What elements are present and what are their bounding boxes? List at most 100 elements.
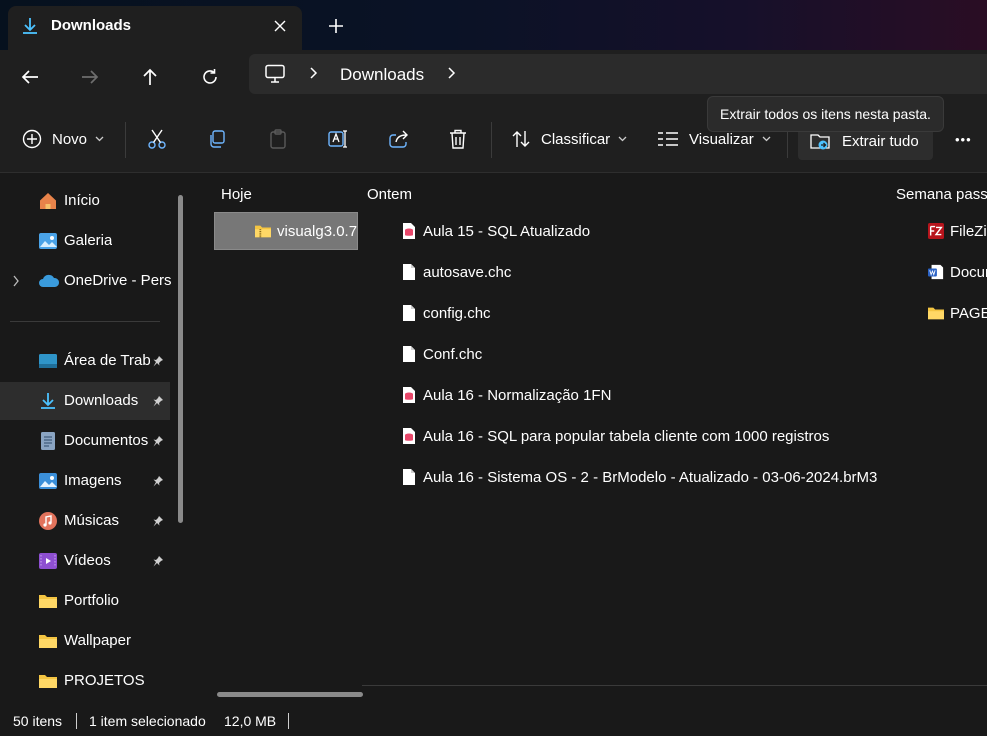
file-item[interactable]: Conf.chc xyxy=(401,339,482,369)
clipboard-icon xyxy=(270,129,286,149)
sidebar-item-projetos[interactable]: PROJETOS xyxy=(0,662,170,700)
sort-label: Classificar xyxy=(541,130,611,148)
group-header-last-week[interactable]: Semana passada xyxy=(896,186,987,203)
pin-icon[interactable] xyxy=(152,514,164,531)
sidebar-item-portfolio[interactable]: Portfolio xyxy=(0,582,170,620)
cut-button[interactable] xyxy=(146,123,168,155)
file-list-view: Hoje Ontem Semana passada visualg3.0.7 A… xyxy=(190,173,987,706)
sidebar-item-videos[interactable]: Vídeos xyxy=(0,542,170,580)
folder-icon xyxy=(38,671,58,691)
delete-button[interactable] xyxy=(448,123,468,155)
status-bar: 50 itens 1 item selecionado 12,0 MB xyxy=(0,706,987,736)
file-name: Aula 15 - SQL Atualizado xyxy=(423,222,591,240)
share-button[interactable] xyxy=(388,123,410,155)
pin-icon[interactable] xyxy=(152,394,164,411)
file-item[interactable]: Aula 16 - Sistema OS - 2 - BrModelo - At… xyxy=(401,462,877,492)
scissors-icon xyxy=(148,129,166,149)
gallery-icon xyxy=(38,231,58,251)
group-header-yesterday[interactable]: Ontem xyxy=(367,186,412,203)
computer-icon[interactable] xyxy=(264,64,286,88)
forward-button[interactable] xyxy=(74,62,106,92)
sql-file-icon xyxy=(401,221,417,241)
sidebar-item-onedrive[interactable]: OneDrive - Personal xyxy=(0,262,171,300)
tab-title: Downloads xyxy=(51,17,132,34)
file-name: Conf.chc xyxy=(423,345,483,363)
sidebar-item-documents[interactable]: Documentos xyxy=(0,422,170,460)
sidebar-item-downloads[interactable]: Downloads xyxy=(0,382,170,420)
arrow-left-icon xyxy=(21,70,38,84)
rename-button[interactable] xyxy=(327,123,349,155)
file-item[interactable]: visualg3.0.7 xyxy=(214,212,358,250)
horizontal-scrollbar-thumb[interactable] xyxy=(217,692,363,697)
address-bar[interactable]: Downloads xyxy=(249,54,987,94)
sort-button[interactable]: Classificar xyxy=(511,123,627,155)
trash-icon xyxy=(450,129,466,149)
chevron-down-icon xyxy=(762,136,771,142)
blank-file-icon xyxy=(401,344,417,364)
file-name: config.chc xyxy=(423,304,491,322)
breadcrumb-downloads[interactable]: Downloads xyxy=(340,65,424,85)
copy-button[interactable] xyxy=(207,123,227,155)
group-header-today[interactable]: Hoje xyxy=(221,186,252,203)
up-button[interactable] xyxy=(134,62,166,92)
file-item[interactable]: Documento xyxy=(928,257,987,287)
music-icon xyxy=(38,511,58,531)
blank-file-icon xyxy=(401,303,417,323)
file-name: PAGES xyxy=(950,304,987,322)
divider xyxy=(288,713,289,729)
sidebar-scrollbar[interactable] xyxy=(178,195,183,523)
file-name: Aula 16 - Sistema OS - 2 - BrModelo - At… xyxy=(423,468,878,486)
horizontal-scrollbar-track xyxy=(362,685,987,686)
file-name: FileZilla xyxy=(950,222,987,240)
chevron-right-icon[interactable] xyxy=(309,66,319,84)
refresh-button[interactable] xyxy=(194,62,226,92)
sidebar-item-label: Galeria xyxy=(64,232,113,249)
chevron-right-icon[interactable] xyxy=(447,66,457,84)
new-tab-button[interactable] xyxy=(324,14,348,38)
download-icon xyxy=(38,391,58,411)
sidebar-item-gallery[interactable]: Galeria xyxy=(0,222,170,260)
file-item[interactable]: config.chc xyxy=(401,298,491,328)
chevron-right-icon[interactable] xyxy=(12,274,20,291)
sidebar-item-label: Músicas xyxy=(64,512,120,529)
onedrive-icon xyxy=(38,271,60,291)
divider xyxy=(491,122,492,158)
home-icon xyxy=(38,191,58,211)
file-item[interactable]: FileZilla xyxy=(928,216,987,246)
sidebar-item-desktop[interactable]: Área de Trabalho xyxy=(0,342,170,380)
pin-icon[interactable] xyxy=(152,474,164,491)
close-icon[interactable] xyxy=(268,14,292,38)
extract-all-label: Extrair tudo xyxy=(842,132,919,150)
pin-icon[interactable] xyxy=(152,354,164,371)
rename-icon xyxy=(328,130,347,148)
pin-icon[interactable] xyxy=(152,434,164,451)
document-icon xyxy=(38,431,58,451)
file-name: visualg3.0.7 xyxy=(277,222,358,240)
sidebar-item-music[interactable]: Músicas xyxy=(0,502,170,540)
refresh-icon xyxy=(203,69,217,84)
sidebar-item-pictures[interactable]: Imagens xyxy=(0,462,170,500)
share-icon xyxy=(389,130,408,148)
back-button[interactable] xyxy=(14,62,46,92)
more-options-button[interactable]: ••• xyxy=(955,123,972,155)
sidebar-item-label: Wallpaper xyxy=(64,632,131,649)
word-icon xyxy=(928,262,944,282)
file-item[interactable]: PAGES xyxy=(928,298,987,328)
paste-button[interactable] xyxy=(268,123,288,155)
file-item[interactable]: Aula 15 - SQL Atualizado xyxy=(401,216,590,246)
arrow-up-icon xyxy=(143,68,157,85)
sidebar-item-label: Downloads xyxy=(64,392,139,409)
list-view-icon xyxy=(658,132,678,146)
file-item[interactable]: Aula 16 - SQL para popular tabela client… xyxy=(401,421,829,451)
tab-downloads[interactable]: Downloads xyxy=(8,6,302,50)
sidebar-item-label: Imagens xyxy=(64,472,122,489)
file-item[interactable]: Aula 16 - Normalização 1FN xyxy=(401,380,611,410)
sidebar-item-wallpaper[interactable]: Wallpaper xyxy=(0,622,170,660)
arrow-right-icon xyxy=(82,70,99,84)
chevron-down-icon xyxy=(95,136,104,142)
divider xyxy=(125,122,126,158)
sidebar-item-home[interactable]: Início xyxy=(0,182,170,220)
pin-icon[interactable] xyxy=(152,554,164,571)
new-button[interactable]: Novo xyxy=(22,123,104,155)
file-item[interactable]: autosave.chc xyxy=(401,257,511,287)
